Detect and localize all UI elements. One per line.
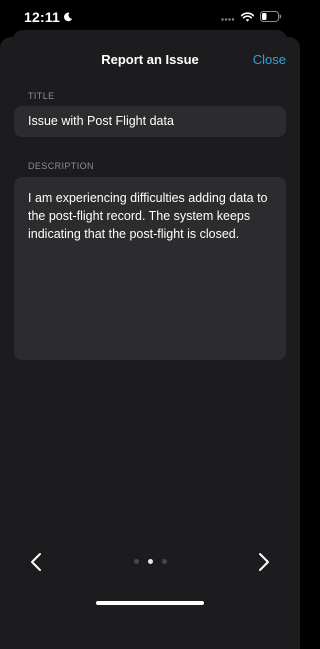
battery-icon bbox=[260, 11, 282, 22]
cellular-signal-icon bbox=[221, 17, 235, 21]
next-button[interactable] bbox=[252, 550, 276, 574]
moon-icon bbox=[64, 12, 73, 22]
close-button[interactable]: Close bbox=[253, 52, 286, 67]
description-label: DESCRIPTION bbox=[28, 161, 94, 171]
title-label: TITLE bbox=[28, 91, 55, 101]
home-indicator bbox=[96, 601, 204, 605]
status-bar: 12:11 bbox=[0, 0, 300, 34]
status-time-label: 12:11 bbox=[24, 9, 61, 25]
page-dot bbox=[161, 559, 167, 564]
description-field[interactable]: I am experiencing difficulties adding da… bbox=[14, 177, 286, 360]
title-field[interactable]: Issue with Post Flight data bbox=[14, 106, 286, 137]
page-dot-active bbox=[147, 559, 153, 564]
status-time: 12:11 bbox=[24, 9, 73, 25]
status-indicators bbox=[221, 11, 282, 22]
wifi-icon bbox=[241, 11, 254, 22]
chevron-right-icon bbox=[259, 553, 269, 571]
page-dot bbox=[133, 559, 139, 564]
